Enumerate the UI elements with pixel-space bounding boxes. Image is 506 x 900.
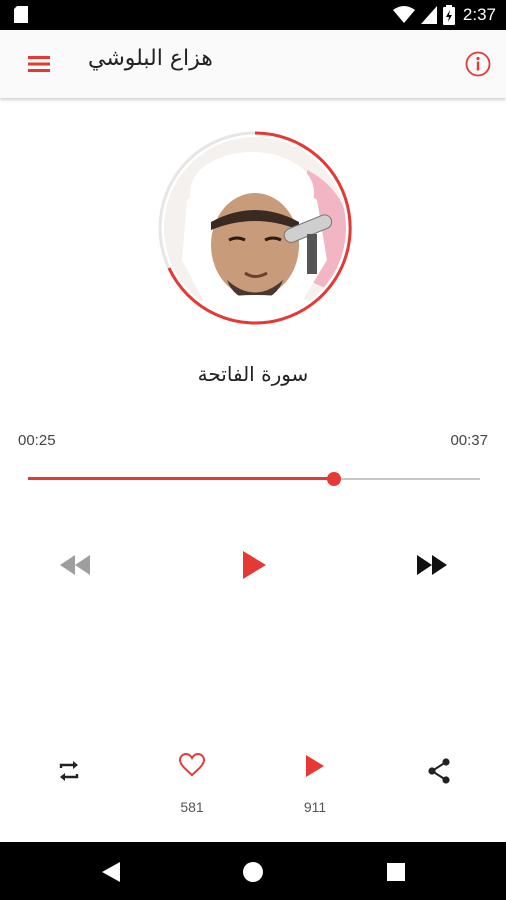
play-count-icon[interactable] xyxy=(304,753,326,779)
wifi-icon xyxy=(392,6,415,23)
system-nav-bar xyxy=(0,842,506,900)
reciter-cover-image xyxy=(157,130,353,326)
page-title: هزاع البلوشي xyxy=(88,46,213,71)
rewind-icon[interactable] xyxy=(58,552,92,578)
seek-bar[interactable] xyxy=(28,470,480,488)
track-title: سورة الفاتحة xyxy=(197,362,309,386)
share-icon[interactable] xyxy=(426,757,452,785)
plays-count: 911 xyxy=(303,799,327,815)
app-bar: هزاع البلوشي xyxy=(0,30,506,98)
cell-signal-icon xyxy=(420,6,437,24)
seek-thumb[interactable] xyxy=(326,472,341,486)
hamburger-menu-icon[interactable] xyxy=(26,52,54,76)
fast-forward-icon[interactable] xyxy=(415,552,449,578)
home-icon[interactable] xyxy=(241,860,265,884)
recents-icon[interactable] xyxy=(385,861,407,883)
play-icon[interactable] xyxy=(240,549,268,581)
clock: 2:37 xyxy=(462,5,496,24)
seek-progress-fill xyxy=(28,477,334,480)
back-icon[interactable] xyxy=(100,860,122,884)
battery-icon xyxy=(442,5,455,25)
heart-icon[interactable] xyxy=(178,752,206,778)
info-icon[interactable] xyxy=(464,50,492,78)
repeat-icon[interactable] xyxy=(56,758,82,784)
status-bar: 2:37 xyxy=(0,0,506,30)
sim-card-icon xyxy=(14,6,28,23)
time-total: 00:37 xyxy=(450,432,488,449)
time-elapsed: 00:25 xyxy=(18,432,56,449)
likes-count: 581 xyxy=(180,799,204,815)
